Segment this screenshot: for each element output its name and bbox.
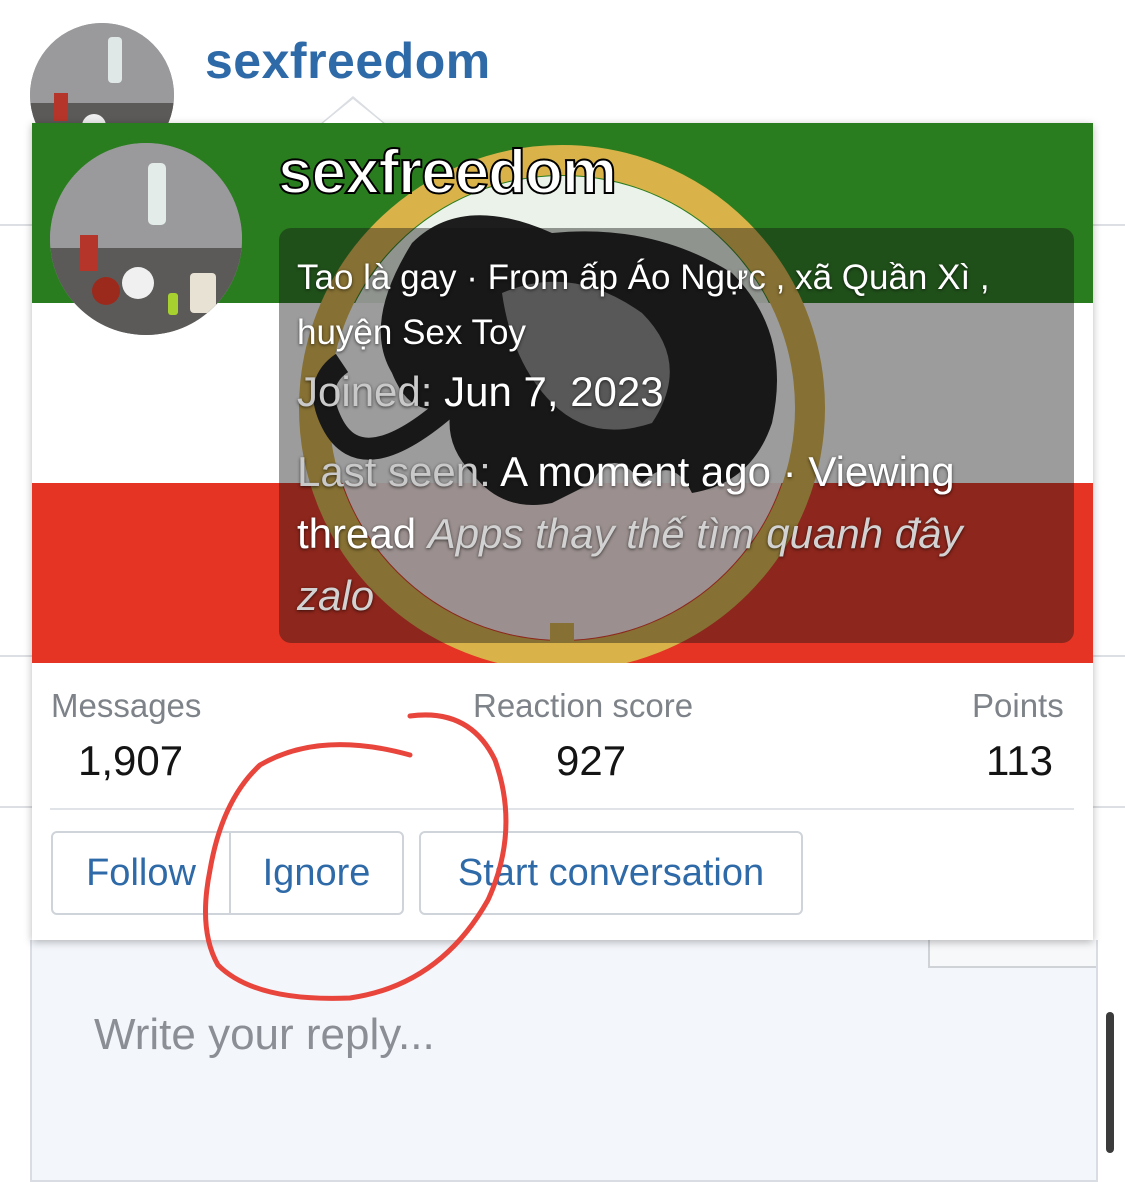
joined-label: Joined: xyxy=(297,368,433,415)
tooltip-username[interactable]: sexfreedom xyxy=(277,137,618,208)
stat-points-value[interactable]: 113 xyxy=(986,737,1053,785)
avatar-photo xyxy=(50,143,242,335)
ignore-button[interactable]: Ignore xyxy=(229,831,404,915)
reply-placeholder: Write your reply... xyxy=(94,1010,435,1059)
start-conversation-button[interactable]: Start conversation xyxy=(419,831,803,915)
member-blurb: Tao là gay · From ấp Áo Ngực , xã Quần X… xyxy=(297,258,990,352)
last-seen-label: Last seen: xyxy=(297,448,491,495)
stats-divider xyxy=(50,808,1074,810)
editor-tab xyxy=(928,940,1096,968)
member-info-box: Tao là gay · From ấp Áo Ngực , xã Quần X… xyxy=(279,228,1074,643)
stat-messages-value[interactable]: 1,907 xyxy=(78,737,183,785)
joined-date: Jun 7, 2023 xyxy=(444,368,664,415)
member-tooltip: sexfreedom Tao là gay · From ấp Áo Ngực … xyxy=(32,99,1093,940)
tooltip-caret xyxy=(322,99,384,124)
stat-messages-label: Messages xyxy=(51,687,202,724)
username-link[interactable]: sexfreedom xyxy=(205,32,491,90)
scrollbar[interactable] xyxy=(1106,1012,1114,1153)
joined-line: Joined: Jun 7, 2023 xyxy=(297,368,1047,416)
reply-editor[interactable]: Write your reply... xyxy=(30,940,1098,1182)
follow-button[interactable]: Follow xyxy=(51,831,231,915)
last-seen-value: A moment ago xyxy=(500,448,771,495)
stat-reaction-label: Reaction score xyxy=(473,687,694,724)
stat-reaction-value[interactable]: 927 xyxy=(556,737,626,785)
stat-points-label: Points xyxy=(972,687,1064,724)
tooltip-avatar[interactable] xyxy=(50,143,242,335)
last-seen-line: Last seen: A moment ago · Viewing thread… xyxy=(297,441,1047,627)
